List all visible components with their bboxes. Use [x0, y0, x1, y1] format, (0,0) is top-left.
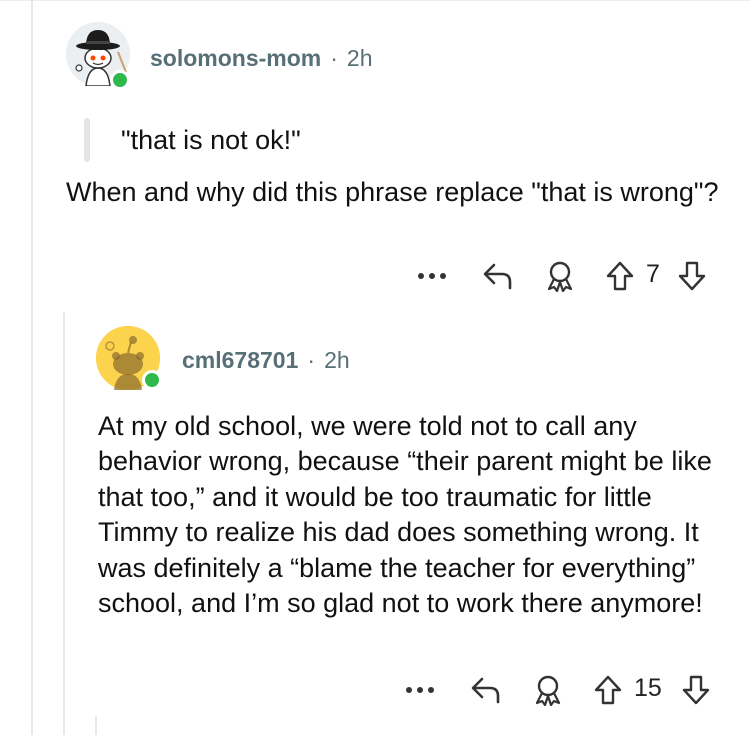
vote-count: 15 — [634, 674, 662, 702]
quote-text: "that is not ok!" — [121, 125, 301, 155]
comment-actions: 15 — [398, 670, 728, 710]
comment-meta: solomons-mom · 2h — [150, 45, 373, 72]
more-options-icon — [406, 687, 434, 693]
downvote-button[interactable] — [678, 670, 714, 710]
more-options-button[interactable] — [410, 256, 454, 296]
downvote-button[interactable] — [674, 256, 710, 296]
reply-icon — [471, 677, 500, 704]
separator: · — [330, 45, 338, 71]
online-indicator — [142, 370, 162, 390]
award-button[interactable] — [528, 670, 568, 710]
avatar[interactable] — [96, 326, 162, 390]
downvote-icon — [678, 261, 706, 291]
separator: · — [307, 347, 316, 373]
reply-icon — [483, 263, 512, 290]
vote-count: 7 — [646, 260, 660, 288]
award-button[interactable] — [540, 256, 580, 296]
reply-button[interactable] — [466, 670, 506, 710]
award-icon — [535, 675, 561, 706]
comment-meta: cml678701 · 2h — [182, 347, 350, 374]
downvote-icon — [682, 675, 710, 705]
thread-line-reply[interactable] — [63, 312, 65, 735]
username[interactable]: solomons-mom — [150, 45, 321, 71]
avatar[interactable] — [66, 22, 130, 90]
award-icon — [547, 261, 573, 292]
quote-bar — [84, 118, 90, 162]
comment-actions: 7 — [410, 256, 730, 296]
upvote-button[interactable] — [590, 670, 626, 710]
thread-line-child[interactable] — [95, 716, 97, 735]
upvote-icon — [606, 261, 634, 291]
thread-line-outer[interactable] — [31, 0, 33, 735]
more-options-icon — [418, 273, 446, 279]
username[interactable]: cml678701 — [182, 347, 298, 373]
timestamp[interactable]: 2h — [347, 45, 373, 71]
comment-body: When and why did this phrase replace "th… — [66, 177, 719, 207]
more-options-button[interactable] — [398, 670, 442, 710]
timestamp[interactable]: 2h — [324, 347, 350, 373]
comment-body: At my old school, we were told not to ca… — [98, 411, 712, 619]
upvote-button[interactable] — [602, 256, 638, 296]
online-indicator — [110, 70, 130, 90]
reply-button[interactable] — [478, 256, 518, 296]
upvote-icon — [594, 675, 622, 705]
top-divider — [0, 0, 750, 1]
